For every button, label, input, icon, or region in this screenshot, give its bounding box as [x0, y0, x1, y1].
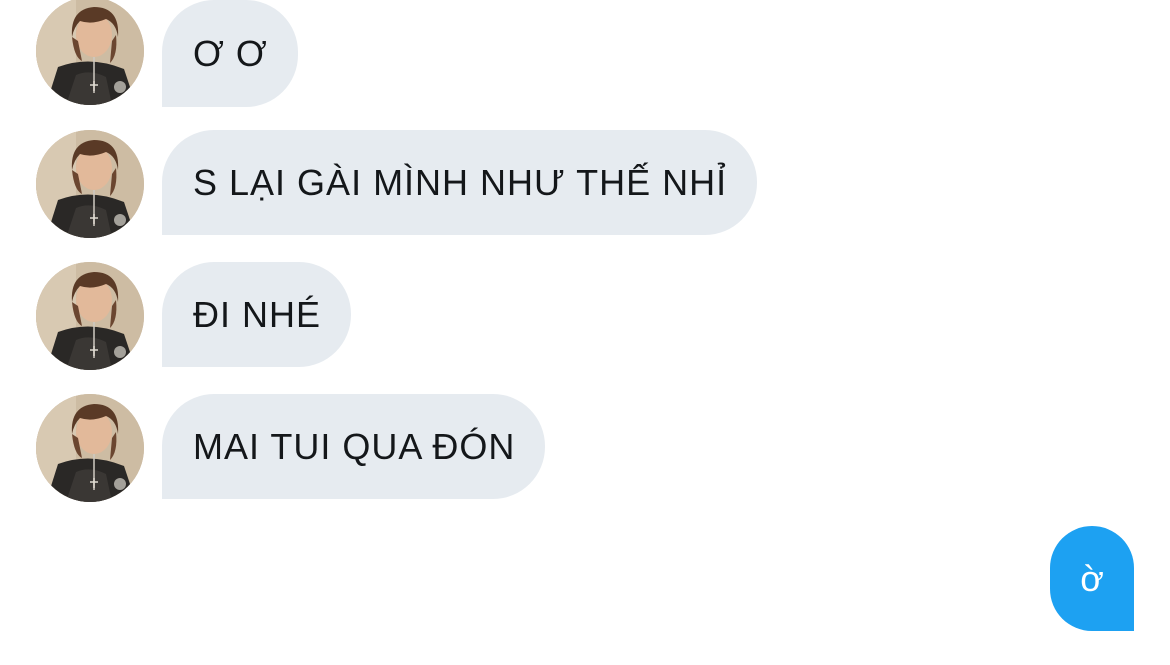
message-bubble-received[interactable]: MAI TUI QUA ĐÓN	[162, 394, 546, 499]
message-bubble-received[interactable]: S LẠI GÀI MÌNH NHƯ THẾ NHỈ	[162, 130, 758, 235]
contact-avatar[interactable]	[36, 262, 144, 370]
message-bubble-received[interactable]: ĐI NHÉ	[162, 262, 352, 367]
message-row-received: Ơ Ơ	[36, 0, 298, 107]
contact-avatar[interactable]	[36, 394, 144, 502]
conversation-thread: Ơ Ơ S LẠI GÀI MÌNH NHƯ THẾ NHỈ ĐI NHÉ MA…	[0, 0, 1170, 665]
message-row-received: ĐI NHÉ	[36, 262, 352, 370]
contact-avatar[interactable]	[36, 0, 144, 105]
message-row-received: MAI TUI QUA ĐÓN	[36, 394, 546, 502]
message-bubble-sent[interactable]: ờ	[1050, 526, 1134, 631]
message-bubble-received[interactable]: Ơ Ơ	[162, 0, 298, 107]
message-row-received: S LẠI GÀI MÌNH NHƯ THẾ NHỈ	[36, 130, 758, 238]
contact-avatar[interactable]	[36, 130, 144, 238]
